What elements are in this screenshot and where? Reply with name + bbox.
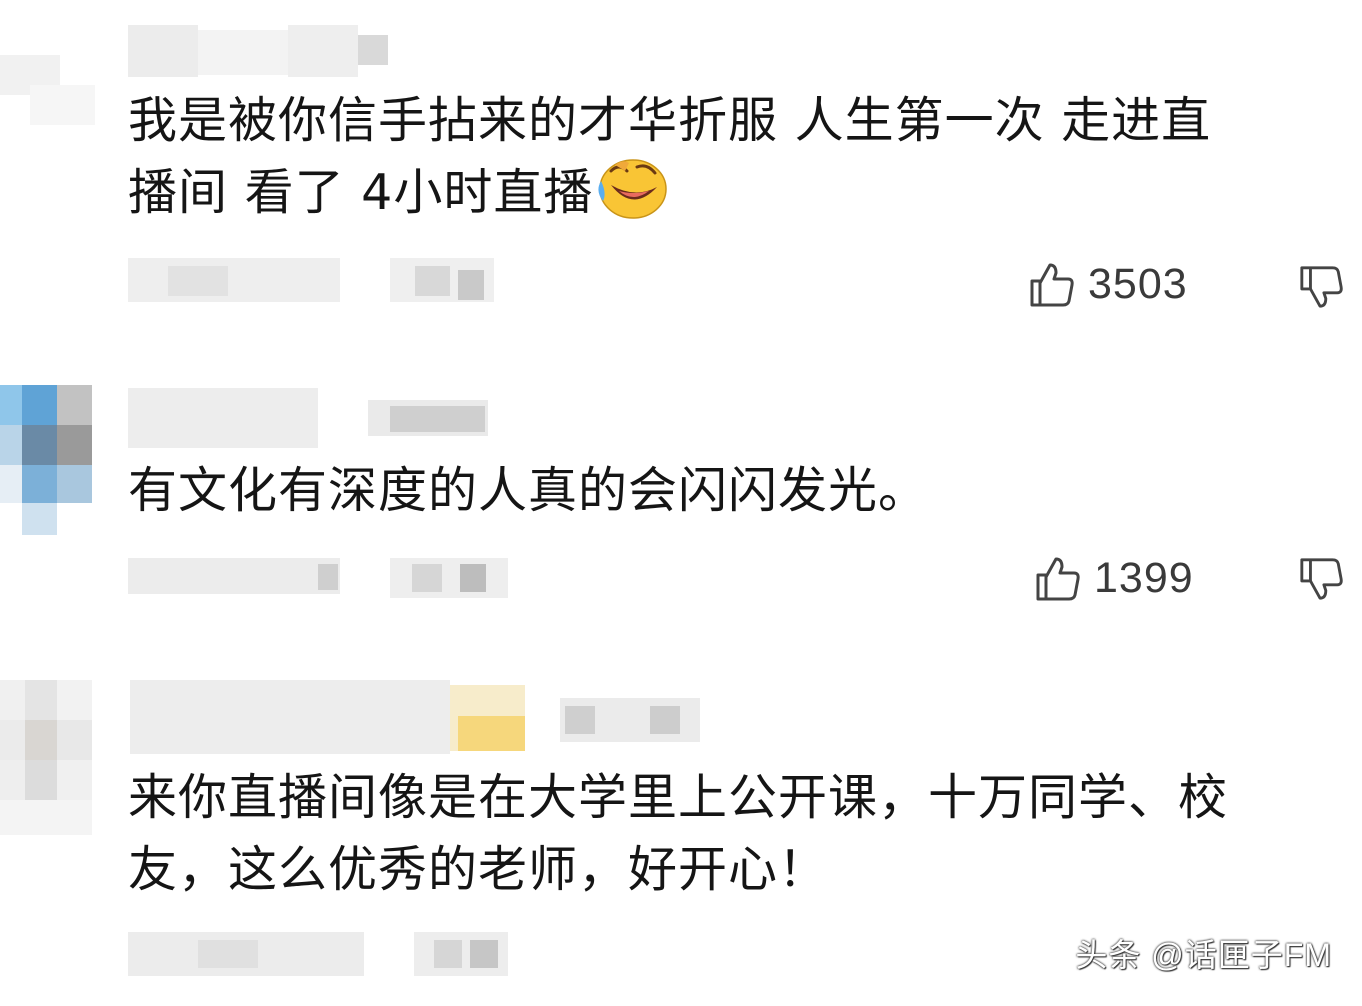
reply-button[interactable] (390, 558, 508, 598)
comment-meta (128, 558, 340, 594)
comment-line: 播间 看了 4小时直播 (128, 157, 1328, 229)
like-button[interactable]: 3503 (1028, 260, 1188, 309)
like-count: 1399 (1094, 554, 1194, 602)
comment-line: 友，这么优秀的老师，好开心！ (128, 841, 829, 898)
avatar[interactable] (0, 680, 92, 835)
rolling-on-floor-laughing-emoji (598, 159, 668, 219)
comment-line: 有文化有深度的人真的会闪闪发光。 (128, 462, 929, 519)
like-button[interactable]: 1399 (1034, 554, 1194, 603)
thumbs-down-icon (1300, 266, 1343, 308)
reply-button[interactable] (390, 258, 494, 302)
like-count: 3503 (1088, 260, 1188, 308)
comment-1: 我是被你信手拈来的才华折服 人生第一次 走进直 播间 看了 4小时直播 3503 (0, 0, 1362, 350)
thumbs-up-icon (1036, 557, 1080, 600)
avatar[interactable] (0, 55, 95, 125)
comment-line: 我是被你信手拈来的才华折服 人生第一次 走进直 (128, 92, 1212, 149)
comment-2: 有文化有深度的人真的会闪闪发光。 1399 (0, 380, 1362, 660)
comment-line-text: 播间 看了 4小时直播 (128, 164, 594, 221)
reply-button[interactable] (414, 932, 508, 976)
dislike-button[interactable] (1298, 556, 1344, 606)
comment-text: 有文化有深度的人真的会闪闪发光。 (128, 455, 1328, 527)
username[interactable] (120, 680, 700, 754)
comment-meta (128, 258, 340, 302)
comment-line: 来你直播间像是在大学里上公开课，十万同学、校 (128, 769, 1229, 826)
username[interactable] (128, 388, 488, 448)
comment-text: 我是被你信手拈来的才华折服 人生第一次 走进直 播间 看了 4小时直播 (128, 85, 1328, 229)
comment-text: 来你直播间像是在大学里上公开课，十万同学、校 友，这么优秀的老师，好开心！ (128, 762, 1328, 906)
comment-meta (128, 932, 364, 976)
dislike-button[interactable] (1298, 264, 1344, 314)
watermark: 头条 @话匣子FM (1075, 937, 1332, 973)
thumbs-down-icon (1300, 558, 1343, 600)
username[interactable] (128, 25, 388, 77)
avatar[interactable] (0, 385, 92, 535)
thumbs-up-icon (1030, 263, 1074, 306)
